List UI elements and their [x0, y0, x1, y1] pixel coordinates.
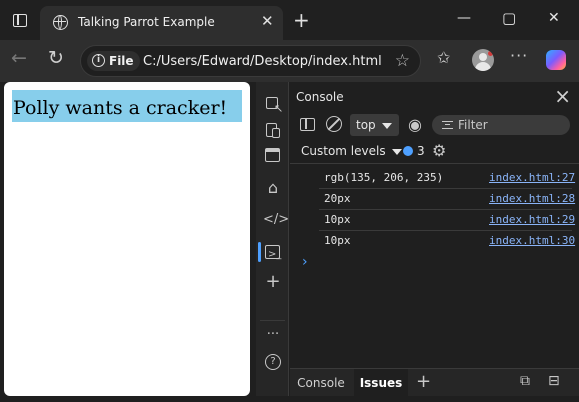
- back-arrow-icon[interactable]: ←: [11, 47, 27, 69]
- profile-avatar[interactable]: [472, 49, 494, 71]
- log-message: 10px: [324, 234, 351, 247]
- devtools-panel: ↖ ⌂ </> >_ + ··· ? Console × top ◉ Filte…: [256, 82, 579, 397]
- filter-icon: [442, 121, 453, 129]
- tab-title: Talking Parrot Example: [78, 15, 215, 29]
- dock-drawer-icon[interactable]: ⧉: [520, 373, 530, 389]
- log-source-link[interactable]: index.html:30: [489, 234, 575, 247]
- drawer-tab-issues[interactable]: Issues: [354, 369, 408, 397]
- log-message: rgb(135, 206, 235): [324, 171, 444, 184]
- more-menu-icon[interactable]: ···: [510, 46, 528, 65]
- devtools-activity-bar: ↖ ⌂ </> >_ + ··· ?: [256, 82, 289, 396]
- console-settings-gear-icon[interactable]: ⚙: [432, 141, 446, 160]
- console-log-row: rgb(135, 206, 235) index.html:27: [319, 168, 575, 189]
- close-window-button[interactable]: ✕: [548, 10, 560, 26]
- activity-divider: [260, 320, 285, 321]
- log-levels-dropdown[interactable]: Custom levels: [301, 144, 402, 158]
- issues-count: 3: [417, 144, 425, 158]
- levels-label: Custom levels: [301, 144, 386, 158]
- maximize-button[interactable]: ▢: [502, 9, 516, 27]
- issues-counter[interactable]: 3: [403, 144, 425, 158]
- sidebar-toggle-icon[interactable]: [300, 118, 315, 131]
- tab-talking-parrot[interactable]: Talking Parrot Example ✕: [40, 6, 283, 40]
- context-selector[interactable]: top: [350, 114, 399, 136]
- favorite-star-icon[interactable]: ☆: [395, 51, 410, 71]
- home-icon[interactable]: ⌂: [263, 178, 283, 198]
- refresh-icon[interactable]: ↻: [48, 47, 64, 69]
- copilot-icon[interactable]: [546, 50, 566, 70]
- address-bar[interactable]: i File C:/Users/Edward/Desktop/index.htm…: [80, 45, 421, 77]
- navigation-toolbar: ← ↻ i File C:/Users/Edward/Desktop/index…: [0, 40, 579, 82]
- url-text[interactable]: C:/Users/Edward/Desktop/index.html: [143, 54, 382, 69]
- favorites-icon[interactable]: ✩: [437, 48, 450, 67]
- chevron-down-icon: [381, 122, 392, 129]
- filter-placeholder: Filter: [458, 118, 488, 132]
- globe-icon: [53, 15, 68, 30]
- toolbar-divider: [290, 163, 579, 164]
- browser-window: Talking Parrot Example ✕ + — ▢ ✕ ← ↻ i F…: [0, 0, 579, 402]
- collapse-drawer-icon[interactable]: ⊟: [548, 373, 560, 389]
- active-tool-marker: [258, 242, 261, 262]
- console-pane: Console × top ◉ Filter Custom levels 3 ⚙…: [290, 82, 579, 397]
- close-devtools-icon[interactable]: ×: [554, 84, 571, 108]
- scheme-label: File: [109, 54, 134, 68]
- console-log-row: 10px index.html:30: [319, 231, 575, 252]
- parrot-message: Polly wants a cracker!: [12, 90, 242, 122]
- overflow-dots-icon[interactable]: ···: [263, 325, 283, 345]
- new-tab-button[interactable]: +: [293, 8, 310, 32]
- help-icon[interactable]: ?: [263, 352, 283, 372]
- device-emulation-icon[interactable]: [263, 120, 283, 140]
- context-label: top: [356, 118, 376, 132]
- tab-actions-icon[interactable]: [13, 14, 27, 27]
- console-icon[interactable]: >_: [263, 242, 283, 262]
- more-tools-plus-icon[interactable]: +: [263, 272, 283, 292]
- log-source-link[interactable]: index.html:27: [489, 171, 575, 184]
- site-info-chip[interactable]: i File: [87, 51, 140, 71]
- live-expression-eye-icon[interactable]: ◉: [408, 115, 422, 134]
- filter-input[interactable]: Filter: [432, 115, 570, 135]
- log-message: 20px: [324, 192, 351, 205]
- levels-chevron-down-icon: [391, 148, 402, 155]
- elements-code-icon[interactable]: </>: [263, 210, 289, 230]
- clear-console-icon[interactable]: [326, 116, 342, 132]
- inspect-element-icon[interactable]: ↖: [263, 94, 283, 114]
- devtools-drawer-tabs: Console Issues + ⧉ ⊟: [290, 368, 579, 397]
- drawer-tab-console[interactable]: Console: [290, 369, 352, 397]
- add-drawer-tab-icon[interactable]: +: [416, 371, 431, 392]
- issues-info-icon: [403, 146, 413, 156]
- console-title: Console: [296, 90, 344, 104]
- log-source-link[interactable]: index.html:29: [489, 213, 575, 226]
- log-source-link[interactable]: index.html:28: [489, 192, 575, 205]
- console-log-row: 20px index.html:28: [319, 189, 575, 210]
- info-icon: i: [92, 54, 105, 67]
- console-prompt[interactable]: ›: [302, 254, 308, 270]
- tab-bar: Talking Parrot Example ✕ + — ▢ ✕: [0, 0, 579, 44]
- log-message: 10px: [324, 213, 351, 226]
- close-tab-icon[interactable]: ✕: [261, 12, 274, 30]
- welcome-panel-icon[interactable]: [263, 145, 283, 165]
- page-viewport: Polly wants a cracker!: [4, 82, 250, 396]
- minimize-button[interactable]: —: [457, 10, 471, 26]
- console-log-row: 10px index.html:29: [319, 210, 575, 231]
